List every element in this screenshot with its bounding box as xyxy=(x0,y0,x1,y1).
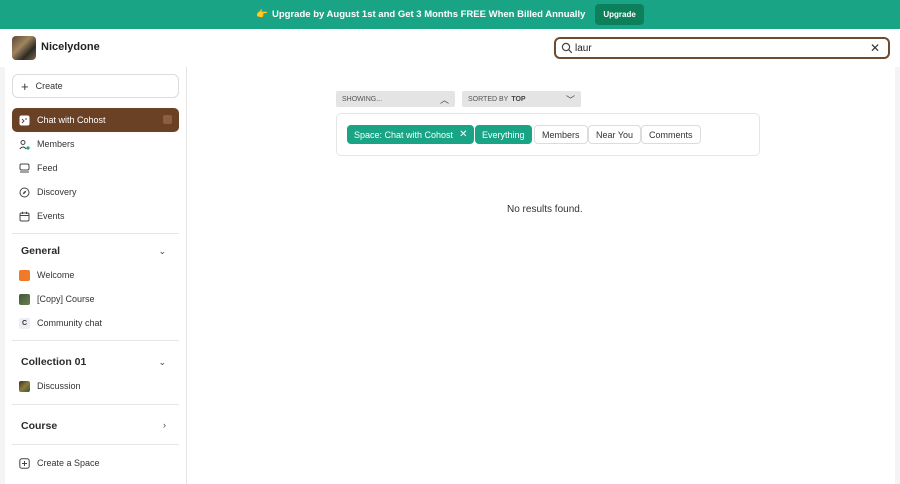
create-label: Create xyxy=(35,81,63,91)
more-options-icon[interactable] xyxy=(163,115,172,124)
sidebar-item-events[interactable]: Events xyxy=(12,204,179,228)
sidebar-item-label: Feed xyxy=(37,163,58,173)
section-title-course[interactable]: Course xyxy=(21,420,57,432)
upgrade-button[interactable]: Upgrade xyxy=(595,4,644,25)
sidebar-item-label: Chat with Cohost xyxy=(37,115,106,125)
sort-prefix: SORTED BY xyxy=(468,95,509,103)
sidebar-item-copy-course[interactable]: [Copy] Course xyxy=(12,287,179,311)
filter-everything[interactable]: Everything xyxy=(475,125,532,144)
upgrade-banner: 👉 Upgrade by August 1st and Get 3 Months… xyxy=(0,0,900,29)
filter-members[interactable]: Members xyxy=(534,125,588,144)
space-filter-chip[interactable]: Space: Chat with Cohost ✕ xyxy=(347,125,475,144)
top-bar: Nicelydone ✕ xyxy=(0,29,900,67)
course-icon xyxy=(19,293,30,305)
divider xyxy=(12,404,179,405)
divider xyxy=(12,233,179,234)
remove-filter-icon[interactable]: ✕ xyxy=(459,129,467,140)
chevron-down-icon[interactable]: ⌄ xyxy=(158,246,166,257)
sidebar-item-chat-with-cohost[interactable]: Chat with Cohost xyxy=(12,108,179,132)
sidebar-item-label: Community chat xyxy=(37,318,103,328)
sidebar: + Create Chat with Cohost Members Feed D… xyxy=(5,67,187,484)
sidebar-item-label: [Copy] Course xyxy=(37,294,95,304)
chat-icon xyxy=(19,115,30,125)
calendar-icon xyxy=(19,211,30,221)
banner-text: Upgrade by August 1st and Get 3 Months F… xyxy=(272,9,586,20)
pointing-hand-icon: 👉 xyxy=(256,9,269,20)
sort-value: TOP xyxy=(511,95,526,103)
filter-comments[interactable]: Comments xyxy=(641,125,701,144)
welcome-icon xyxy=(19,269,30,281)
search-box[interactable]: ✕ xyxy=(554,37,890,59)
sidebar-item-welcome[interactable]: Welcome xyxy=(12,263,179,287)
chevron-down-icon: ﹀ xyxy=(565,95,575,105)
chevron-down-icon[interactable]: ⌄ xyxy=(158,357,166,368)
compass-icon xyxy=(19,187,30,197)
sidebar-item-members[interactable]: Members xyxy=(12,132,179,156)
sort-dropdown[interactable]: SORTED BY TOP ﹀ xyxy=(462,91,581,107)
members-icon xyxy=(19,139,30,150)
sidebar-item-label: Discussion xyxy=(37,381,81,391)
showing-dropdown[interactable]: SHOWING... ︿ xyxy=(336,91,455,107)
chevron-right-icon[interactable]: › xyxy=(163,420,166,430)
showing-label: SHOWING... xyxy=(342,95,383,103)
create-button[interactable]: + Create xyxy=(12,74,179,98)
sidebar-item-create-space[interactable]: Create a Space xyxy=(12,451,179,475)
sidebar-item-feed[interactable]: Feed xyxy=(12,156,179,180)
sidebar-item-discussion[interactable]: Discussion xyxy=(12,374,179,398)
filter-box: Space: Chat with Cohost ✕ Everything Mem… xyxy=(336,113,760,156)
section-title-collection-01[interactable]: Collection 01 xyxy=(21,356,86,368)
sidebar-item-community-chat[interactable]: C Community chat xyxy=(12,311,179,335)
search-input[interactable] xyxy=(575,41,855,55)
sidebar-item-discovery[interactable]: Discovery xyxy=(12,180,179,204)
add-square-icon xyxy=(19,457,30,469)
sidebar-item-label: Create a Space xyxy=(37,458,100,468)
plus-icon: + xyxy=(21,78,29,94)
divider xyxy=(12,340,179,341)
chevron-up-icon: ︿ xyxy=(439,95,449,105)
community-name[interactable]: Nicelydone xyxy=(41,41,100,53)
space-filter-label: Space: Chat with Cohost xyxy=(354,129,454,140)
sidebar-item-label: Welcome xyxy=(37,270,75,280)
sidebar-item-label: Events xyxy=(37,211,65,221)
divider xyxy=(12,444,179,445)
discussion-icon xyxy=(19,380,30,392)
sidebar-item-label: Discovery xyxy=(37,187,77,197)
feed-icon xyxy=(19,163,30,172)
filter-near-you[interactable]: Near You xyxy=(588,125,642,144)
search-icon xyxy=(561,42,573,54)
clear-search-icon[interactable]: ✕ xyxy=(870,41,880,55)
section-title-general[interactable]: General xyxy=(21,245,60,257)
sidebar-item-label: Members xyxy=(37,139,75,149)
community-logo[interactable] xyxy=(12,36,36,60)
search-results-panel: SHOWING... ︿ SORTED BY TOP ﹀ Space: Chat… xyxy=(187,67,895,484)
community-icon: C xyxy=(19,317,30,329)
empty-state-message: No results found. xyxy=(507,204,583,215)
